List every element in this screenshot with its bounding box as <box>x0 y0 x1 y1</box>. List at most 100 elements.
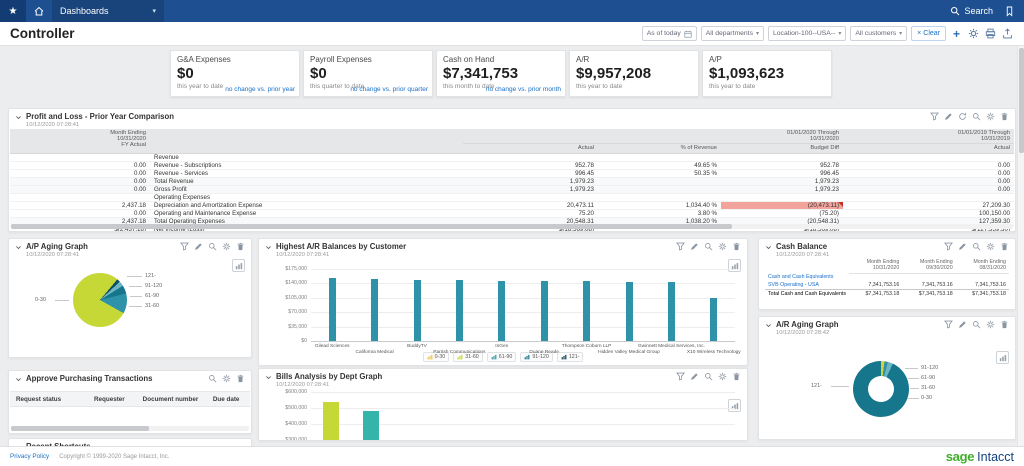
gear-icon[interactable] <box>986 242 995 251</box>
as-of-date-input[interactable]: As of today <box>642 26 697 41</box>
filter-icon[interactable] <box>944 320 953 329</box>
gear-icon[interactable] <box>222 242 231 251</box>
filter-icon[interactable] <box>676 372 685 381</box>
trash-icon[interactable] <box>236 374 245 383</box>
add-component-button[interactable]: + <box>950 27 963 40</box>
horizontal-scrollbar[interactable] <box>11 426 249 431</box>
chart-type-button[interactable] <box>232 259 245 272</box>
zoom-icon[interactable] <box>704 372 713 381</box>
zoom-icon[interactable] <box>972 320 981 329</box>
scrollbar-thumb[interactable] <box>11 426 149 431</box>
gear-icon[interactable] <box>986 320 995 329</box>
chart-type-button[interactable] <box>728 399 741 412</box>
kpi-label: G&A Expenses <box>177 55 293 64</box>
horizontal-scrollbar[interactable] <box>11 224 1013 229</box>
zoom-icon[interactable] <box>972 112 981 121</box>
home-icon[interactable] <box>26 0 52 22</box>
cash-account-link[interactable]: Cash and Cash Equivalents <box>765 273 849 281</box>
gear-icon[interactable] <box>718 242 727 251</box>
pencil-icon[interactable] <box>194 242 203 251</box>
pencil-icon[interactable] <box>958 320 967 329</box>
trash-icon[interactable] <box>236 242 245 251</box>
clear-filters-button[interactable]: ×Clear <box>911 26 946 41</box>
chevron-down-icon[interactable]: ▾ <box>152 7 156 15</box>
favorites-star-icon[interactable]: ★ <box>0 0 26 22</box>
label-connector-line <box>130 296 142 297</box>
kpi-change-link[interactable]: no change vs. prior month <box>486 86 561 93</box>
customers-select[interactable]: All customers▾ <box>850 26 907 41</box>
zoom-icon[interactable] <box>208 242 217 251</box>
kpi-card[interactable]: Payroll Expenses$0this quarter to dateno… <box>303 50 433 97</box>
location-select[interactable]: Location-100--USA--▾ <box>768 26 846 41</box>
vertical-scrollbar[interactable] <box>1017 46 1024 446</box>
cash-account-link[interactable]: SVB Operating - USA <box>765 281 849 290</box>
x-axis-label: Gilead Sciences <box>292 344 372 349</box>
bar[interactable] <box>323 402 339 441</box>
pencil-icon[interactable] <box>690 372 699 381</box>
bar[interactable] <box>456 280 463 341</box>
bar[interactable] <box>414 280 421 341</box>
privacy-policy-link[interactable]: Privacy Policy <box>10 453 49 460</box>
filter-icon[interactable] <box>944 242 953 251</box>
zoom-icon[interactable] <box>704 242 713 251</box>
print-icon[interactable] <box>984 27 997 40</box>
gear-icon[interactable] <box>986 112 995 121</box>
gear-icon[interactable] <box>718 372 727 381</box>
trash-icon[interactable] <box>1000 242 1009 251</box>
trash-icon[interactable] <box>1000 320 1009 329</box>
scrollbar-thumb[interactable] <box>11 224 732 229</box>
filter-icon[interactable] <box>180 242 189 251</box>
kpi-card[interactable]: Cash on Hand$7,341,753this month to date… <box>436 50 566 97</box>
pnl-account-link[interactable]: Operating and Maintenance Expense <box>150 209 463 217</box>
collapse-chevron-icon[interactable] <box>15 376 22 383</box>
pnl-account-link[interactable]: Operating Expenses <box>150 193 463 201</box>
bar[interactable] <box>668 282 675 341</box>
chart-type-button[interactable] <box>996 351 1009 364</box>
ar-aging-donut-chart[interactable] <box>853 361 909 417</box>
ap-aging-pie-chart[interactable] <box>73 273 127 327</box>
search-button[interactable]: Search <box>950 6 993 16</box>
bar[interactable] <box>371 279 378 341</box>
zoom-icon[interactable] <box>972 242 981 251</box>
collapse-chevron-icon[interactable] <box>765 322 772 329</box>
collapse-chevron-icon[interactable] <box>15 114 22 121</box>
pencil-icon[interactable] <box>690 242 699 251</box>
zoom-icon[interactable] <box>208 374 217 383</box>
pnl-account-link[interactable]: Revenue - Subscriptions <box>150 161 463 169</box>
kpi-card[interactable]: G&A Expenses$0this year to dateno change… <box>170 50 300 97</box>
export-icon[interactable] <box>1001 27 1014 40</box>
kpi-change-link[interactable]: no change vs. prior year <box>225 86 295 93</box>
kpi-change-link[interactable]: no change vs. prior quarter <box>350 86 428 93</box>
trash-icon[interactable] <box>1000 112 1009 121</box>
pencil-icon[interactable] <box>944 112 953 121</box>
pnl-account-link[interactable]: Revenue <box>150 153 463 161</box>
bar[interactable] <box>498 281 505 341</box>
bar[interactable] <box>583 281 590 341</box>
departments-select[interactable]: All departments▾ <box>701 26 764 41</box>
bar[interactable] <box>363 411 379 441</box>
bar[interactable] <box>329 278 336 341</box>
kpi-card[interactable]: A/R$9,957,208this year to date <box>569 50 699 97</box>
gear-icon[interactable] <box>222 374 231 383</box>
pencil-icon[interactable] <box>958 242 967 251</box>
pnl-account-link[interactable]: Revenue - Services <box>150 169 463 177</box>
bookmark-icon[interactable] <box>1005 6 1014 17</box>
scrollbar-thumb[interactable] <box>1019 48 1024 153</box>
kpi-card[interactable]: A/P$1,093,623this year to date <box>702 50 832 97</box>
bar[interactable] <box>541 281 548 341</box>
collapse-chevron-icon[interactable] <box>265 244 272 251</box>
trash-icon[interactable] <box>732 372 741 381</box>
settings-gear-icon[interactable] <box>967 27 980 40</box>
trash-icon[interactable] <box>732 242 741 251</box>
bar[interactable] <box>626 282 633 341</box>
bar[interactable] <box>710 298 717 341</box>
collapse-chevron-icon[interactable] <box>765 244 772 251</box>
refresh-icon[interactable] <box>958 112 967 121</box>
pnl-account-link[interactable]: Depreciation and Amortization Expense <box>150 201 463 209</box>
collapse-chevron-icon[interactable] <box>15 244 22 251</box>
nav-item-dashboards[interactable]: Dashboards ▾ <box>52 0 164 22</box>
filter-icon[interactable] <box>676 242 685 251</box>
collapse-chevron-icon[interactable] <box>265 374 272 381</box>
filter-icon[interactable] <box>930 112 939 121</box>
chart-type-button[interactable] <box>728 259 741 272</box>
